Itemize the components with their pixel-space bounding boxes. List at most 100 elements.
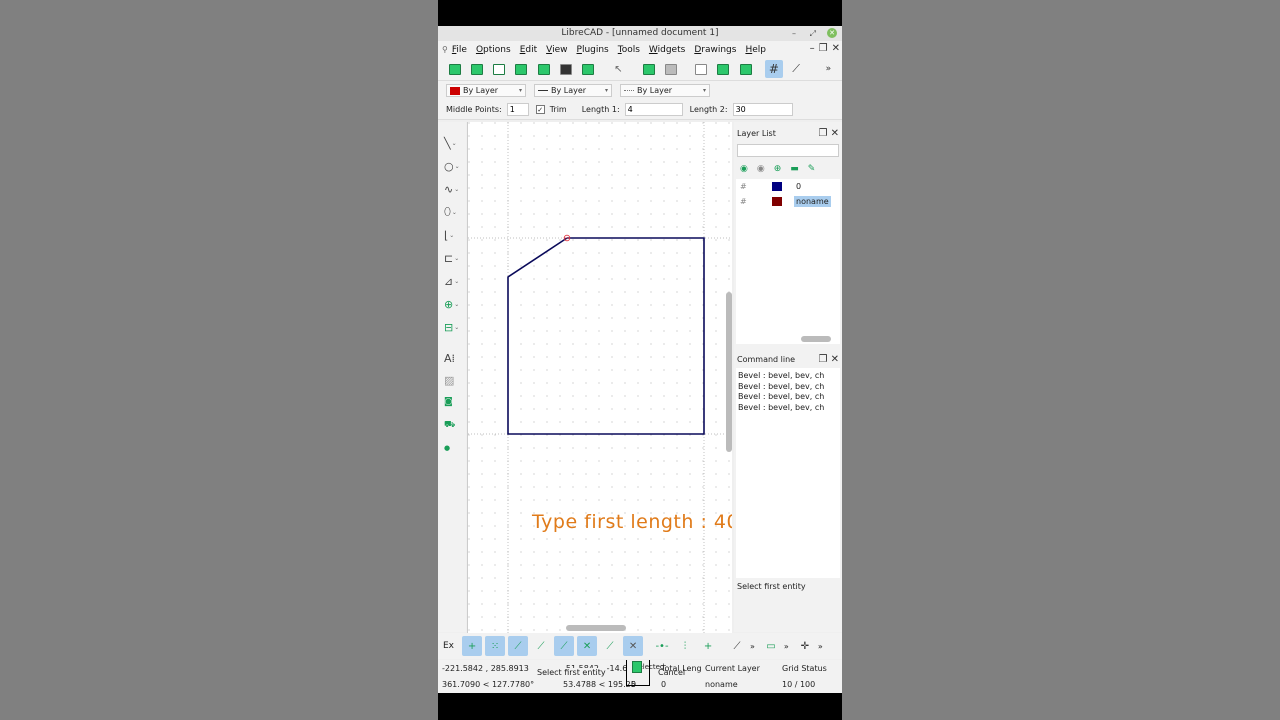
snap-distance-button[interactable]: ⟋ <box>600 636 620 656</box>
view-button[interactable]: ▭ <box>761 636 781 656</box>
menu-drawings[interactable]: Drawings <box>694 45 736 55</box>
circle-tool-button[interactable]: ○ ⌄ <box>444 158 464 174</box>
pen-width-select[interactable]: By Layer ▾ <box>620 84 710 97</box>
draft-mode-button[interactable]: ⟋ <box>788 60 805 78</box>
ellipse-tool-button[interactable]: ⬯ ⌄ <box>444 204 464 220</box>
snap-grid-button[interactable]: ⁙ <box>485 636 506 656</box>
vertical-scrollbar[interactable] <box>726 292 732 452</box>
restrict-horizontal-button[interactable]: -•- <box>652 636 672 656</box>
menu-file[interactable]: File <box>452 45 467 55</box>
menu-help[interactable]: Help <box>745 45 766 55</box>
chevron-right-icon[interactable]: » <box>784 642 789 651</box>
dock-close-icon[interactable]: ❐ ✕ <box>818 126 839 142</box>
show-all-layers-icon[interactable]: ◉ <box>740 164 748 174</box>
horizontal-scrollbar[interactable] <box>566 625 626 631</box>
point-tool-button[interactable]: ● <box>444 440 464 456</box>
print-preview-button[interactable] <box>580 60 597 78</box>
drawing-canvas[interactable]: Type first length : 40. <box>467 122 732 633</box>
image-tool-button[interactable]: ◙ <box>444 394 464 410</box>
open-button[interactable] <box>491 60 508 78</box>
camera-icon: ◙ <box>444 397 453 407</box>
mouse-icon <box>632 661 642 673</box>
pen-color-select[interactable]: By Layer ▾ <box>446 84 526 97</box>
copy-button[interactable] <box>715 60 732 78</box>
close-window-icon[interactable]: ✕ <box>827 28 837 38</box>
edit-layer-icon[interactable]: ✎ <box>808 164 816 174</box>
new-template-button[interactable] <box>468 60 485 78</box>
tool-palette: ╲ ⌄ ○ ⌄ ∿ ⌄ ⬯ ⌄ ⌊ ⌄ ⊏ ⌄ ⊿ ⌄ ⊕ ⌄ ⊟ ⌄ A⁞ ▨ ◙ ⛟ ● <box>438 122 466 632</box>
modify-tool-button[interactable]: ⊕ ⌄ <box>444 296 464 312</box>
paste-button[interactable] <box>737 60 754 78</box>
snap-center-button[interactable]: ⟋ <box>554 636 575 656</box>
hatch-tool-button[interactable]: ▨ <box>444 372 464 388</box>
layer-name: noname <box>794 196 831 207</box>
snap-entity-button[interactable]: ⟋ <box>531 636 551 656</box>
menu-view[interactable]: View <box>546 45 567 55</box>
info-tool-button[interactable]: ⊟ ⌄ <box>444 319 464 335</box>
doc-minimize-icon[interactable]: – <box>810 43 815 54</box>
toolbar-overflow-button[interactable]: » <box>820 60 837 78</box>
print-button[interactable] <box>557 60 574 78</box>
relative-zero-icon: ⟋ <box>733 640 741 652</box>
menu-edit[interactable]: Edit <box>520 45 537 55</box>
menu-tools[interactable]: Tools <box>618 45 640 55</box>
dimension-tool-button[interactable]: ⊿ ⌄ <box>444 273 464 289</box>
grid-toggle-button[interactable]: # <box>765 60 783 78</box>
layer-visibility-icon[interactable]: # <box>740 182 752 191</box>
point-icon: ● <box>444 444 451 452</box>
pointer-icon: ↖ <box>614 63 623 75</box>
hatch-icon: ▨ <box>444 373 455 387</box>
menu-widgets[interactable]: Widgets <box>649 45 685 55</box>
remove-layer-icon[interactable]: ▬ <box>790 164 799 174</box>
app-menu-icon[interactable]: ⚲ <box>442 45 448 54</box>
layer-filter-input[interactable] <box>737 144 839 157</box>
line-tool-button[interactable]: ╲ ⌄ <box>444 135 464 151</box>
menu-plugins[interactable]: Plugins <box>577 45 609 55</box>
current-layer-label: Current Layer <box>705 664 760 673</box>
curve-tool-button[interactable]: ∿ ⌄ <box>444 181 464 197</box>
add-layer-icon[interactable]: ⊕ <box>774 164 782 174</box>
minimize-icon[interactable]: – <box>792 26 796 41</box>
relative-zero-button[interactable]: ⟋ <box>727 636 747 656</box>
plus-icon: ✛ <box>800 640 810 652</box>
snap-intersection-button[interactable]: ✕ <box>623 636 644 656</box>
save-button[interactable] <box>513 60 530 78</box>
trim-checkbox[interactable]: ✓ <box>535 105 545 114</box>
layer-row[interactable]: # noname <box>736 194 840 209</box>
caret-icon: ⌄ <box>454 254 460 262</box>
snap-middle-button[interactable]: ✕ <box>577 636 598 656</box>
cut-button[interactable] <box>693 60 710 78</box>
command-prompt[interactable]: Select first entity <box>734 578 842 595</box>
doc-close-icon[interactable]: ✕ <box>832 43 840 54</box>
snap-endpoint-button[interactable]: ⟋ <box>508 636 529 656</box>
restrict-vertical-button[interactable]: ⫶ <box>675 636 695 656</box>
command-history-line: Bevel : bevel, bev, ch <box>738 381 825 391</box>
redo-button[interactable] <box>662 60 679 78</box>
maximize-icon[interactable]: ⤢ <box>810 26 816 41</box>
length2-input[interactable] <box>732 103 793 116</box>
menu-options[interactable]: Options <box>476 45 511 55</box>
layer-scrollbar[interactable] <box>801 336 831 342</box>
hide-all-layers-icon[interactable]: ◉ <box>757 164 765 174</box>
layer-visibility-icon[interactable]: # <box>740 197 752 206</box>
save-icon <box>515 63 528 75</box>
dock-close-icon[interactable]: ❐ ✕ <box>818 352 839 368</box>
restrict-ortho-button[interactable]: + <box>698 636 718 656</box>
doc-restore-icon[interactable]: ❐ <box>819 43 828 54</box>
new-file-button[interactable] <box>446 60 463 78</box>
chevron-right-icon[interactable]: » <box>818 642 823 651</box>
select-tool-button[interactable]: ⊏ ⌄ <box>444 250 464 266</box>
layer-row[interactable]: # 0 <box>736 179 840 194</box>
pen-linetype-select[interactable]: By Layer ▾ <box>534 84 612 97</box>
block-tool-button[interactable]: ⛟ <box>444 417 464 433</box>
chevron-right-icon[interactable]: » <box>750 642 755 651</box>
snap-free-button[interactable]: + <box>462 636 483 656</box>
text-tool-button[interactable]: A⁞ <box>444 350 464 366</box>
undo-button[interactable] <box>640 60 657 78</box>
middle-points-spinbox[interactable] <box>506 103 529 116</box>
polyline-tool-button[interactable]: ⌊ ⌄ <box>444 227 464 243</box>
select-pointer-button[interactable]: ↖ <box>610 60 627 78</box>
save-as-button[interactable] <box>535 60 552 78</box>
add-button[interactable]: ✛ <box>795 636 815 656</box>
length1-input[interactable] <box>624 103 683 116</box>
